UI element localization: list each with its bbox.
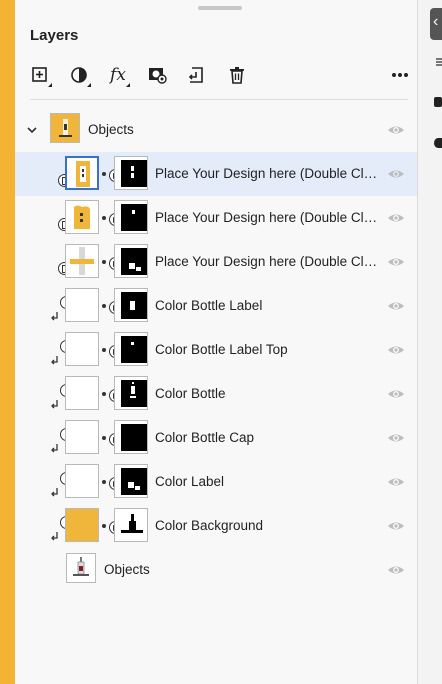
visibility-eye-icon[interactable] <box>387 519 405 533</box>
more-options-button[interactable] <box>387 62 413 88</box>
fx-icon: fx <box>110 65 126 85</box>
layer-mask-thumbnail <box>114 464 148 498</box>
layer-row-color-bottle-cap[interactable]: Color Bottle Cap <box>15 416 417 460</box>
layers-panel: Layers fx Objects Place Your Design here… <box>15 0 417 684</box>
link-dot <box>102 216 106 220</box>
group-thumbnail <box>50 113 80 143</box>
link-dot <box>102 260 106 264</box>
visibility-eye-icon[interactable] <box>387 343 405 357</box>
visibility-eye-icon[interactable] <box>387 299 405 313</box>
panel-title: Layers <box>30 27 79 44</box>
layer-row-color-label[interactable]: Color Label <box>15 460 417 504</box>
layer-name: Color Bottle Cap <box>155 430 255 445</box>
visibility-eye-icon[interactable] <box>387 255 405 269</box>
left-accent-strip <box>0 0 15 684</box>
adjustment-layer-button[interactable] <box>66 62 92 88</box>
layer-thumbnail <box>65 376 99 410</box>
adjustment-layer-icon <box>71 67 87 83</box>
chevron-down-icon[interactable] <box>26 124 38 136</box>
layer-thumbnail <box>65 332 99 366</box>
layer-thumbnail <box>65 200 99 234</box>
visibility-eye-icon[interactable] <box>387 123 405 137</box>
layer-row-color-background[interactable]: Color Background <box>15 504 417 548</box>
layer-mask-thumbnail <box>114 288 148 322</box>
layer-name: Objects <box>104 562 150 577</box>
clip-to-below-icon <box>188 67 203 83</box>
add-mask-icon <box>149 68 167 84</box>
link-dot <box>102 436 106 440</box>
right-tool-column <box>418 0 442 684</box>
toolbar-divider <box>30 99 408 100</box>
visibility-eye-icon[interactable] <box>387 211 405 225</box>
visibility-eye-icon[interactable] <box>387 563 405 577</box>
layer-mask-thumbnail <box>114 376 148 410</box>
clip-to-below-button[interactable] <box>183 62 209 88</box>
layer-row-smart-object-1[interactable]: Place Your Design here (Double Click to … <box>15 152 417 196</box>
layer-row-color-bottle[interactable]: Color Bottle <box>15 372 417 416</box>
layer-row-smart-object-2[interactable]: Place Your Design here (Double Click to … <box>15 196 417 240</box>
collapse-panel-button[interactable] <box>430 8 442 40</box>
layer-thumbnail <box>65 464 99 498</box>
layer-thumbnail <box>65 508 99 542</box>
visibility-eye-icon[interactable] <box>387 475 405 489</box>
layer-row-color-bottle-label[interactable]: Color Bottle Label <box>15 284 417 328</box>
link-dot <box>102 392 106 396</box>
layer-thumbnail <box>65 156 99 190</box>
clipping-arrow-icon <box>51 400 58 409</box>
trash-icon <box>230 67 244 84</box>
layer-name: Place Your Design here (Double Click to … <box>155 254 380 269</box>
layer-thumbnail <box>66 553 96 583</box>
layer-row-group-objects[interactable]: Objects <box>15 108 417 152</box>
visibility-eye-icon[interactable] <box>387 387 405 401</box>
panel-drag-handle[interactable] <box>198 6 242 10</box>
adjustments-icon[interactable] <box>434 138 442 148</box>
layer-name: Place Your Design here (Double Click to … <box>155 210 380 225</box>
fx-button[interactable]: fx <box>105 62 131 88</box>
layer-name: Color Bottle Label <box>155 298 263 313</box>
layer-mask-thumbnail <box>114 508 148 542</box>
comments-icon[interactable] <box>434 97 442 107</box>
add-layer-button[interactable] <box>27 62 53 88</box>
layer-mask-thumbnail <box>114 244 148 278</box>
clipping-arrow-icon <box>51 356 58 365</box>
layer-row-smart-object-3[interactable]: Place Your Design here (Double Click to … <box>15 240 417 284</box>
visibility-eye-icon[interactable] <box>387 167 405 181</box>
visibility-eye-icon[interactable] <box>387 431 405 445</box>
layer-name: Objects <box>88 122 134 137</box>
clipping-arrow-icon <box>51 532 58 541</box>
add-layer-icon <box>32 67 47 82</box>
link-dot <box>102 304 106 308</box>
layer-row-objects-image[interactable]: Objects <box>15 548 417 592</box>
clipping-arrow-icon <box>51 312 58 321</box>
link-dot <box>102 348 106 352</box>
layer-mask-thumbnail <box>114 332 148 366</box>
layer-name: Place Your Design here (Double Click to … <box>155 166 380 181</box>
delete-layer-button[interactable] <box>224 62 250 88</box>
layer-thumbnail <box>65 244 99 278</box>
link-dot <box>102 524 106 528</box>
layer-row-color-bottle-label-top[interactable]: Color Bottle Label Top <box>15 328 417 372</box>
layer-name: Color Label <box>155 474 225 489</box>
clipping-arrow-icon <box>51 444 58 453</box>
layers-toolbar: fx <box>15 62 417 90</box>
layer-name: Color Bottle <box>155 386 226 401</box>
layer-mask-thumbnail <box>114 420 148 454</box>
layer-name: Color Bottle Label Top <box>155 342 288 357</box>
clipping-arrow-icon <box>51 488 58 497</box>
layer-name: Color Background <box>155 518 264 533</box>
more-options-icon <box>392 73 408 77</box>
layer-mask-thumbnail <box>114 156 148 190</box>
layer-thumbnail <box>65 420 99 454</box>
link-dot <box>102 480 106 484</box>
add-mask-button[interactable] <box>144 62 170 88</box>
properties-icon[interactable] <box>436 57 442 67</box>
layer-thumbnail <box>65 288 99 322</box>
layer-mask-thumbnail <box>114 200 148 234</box>
link-dot <box>102 172 106 176</box>
